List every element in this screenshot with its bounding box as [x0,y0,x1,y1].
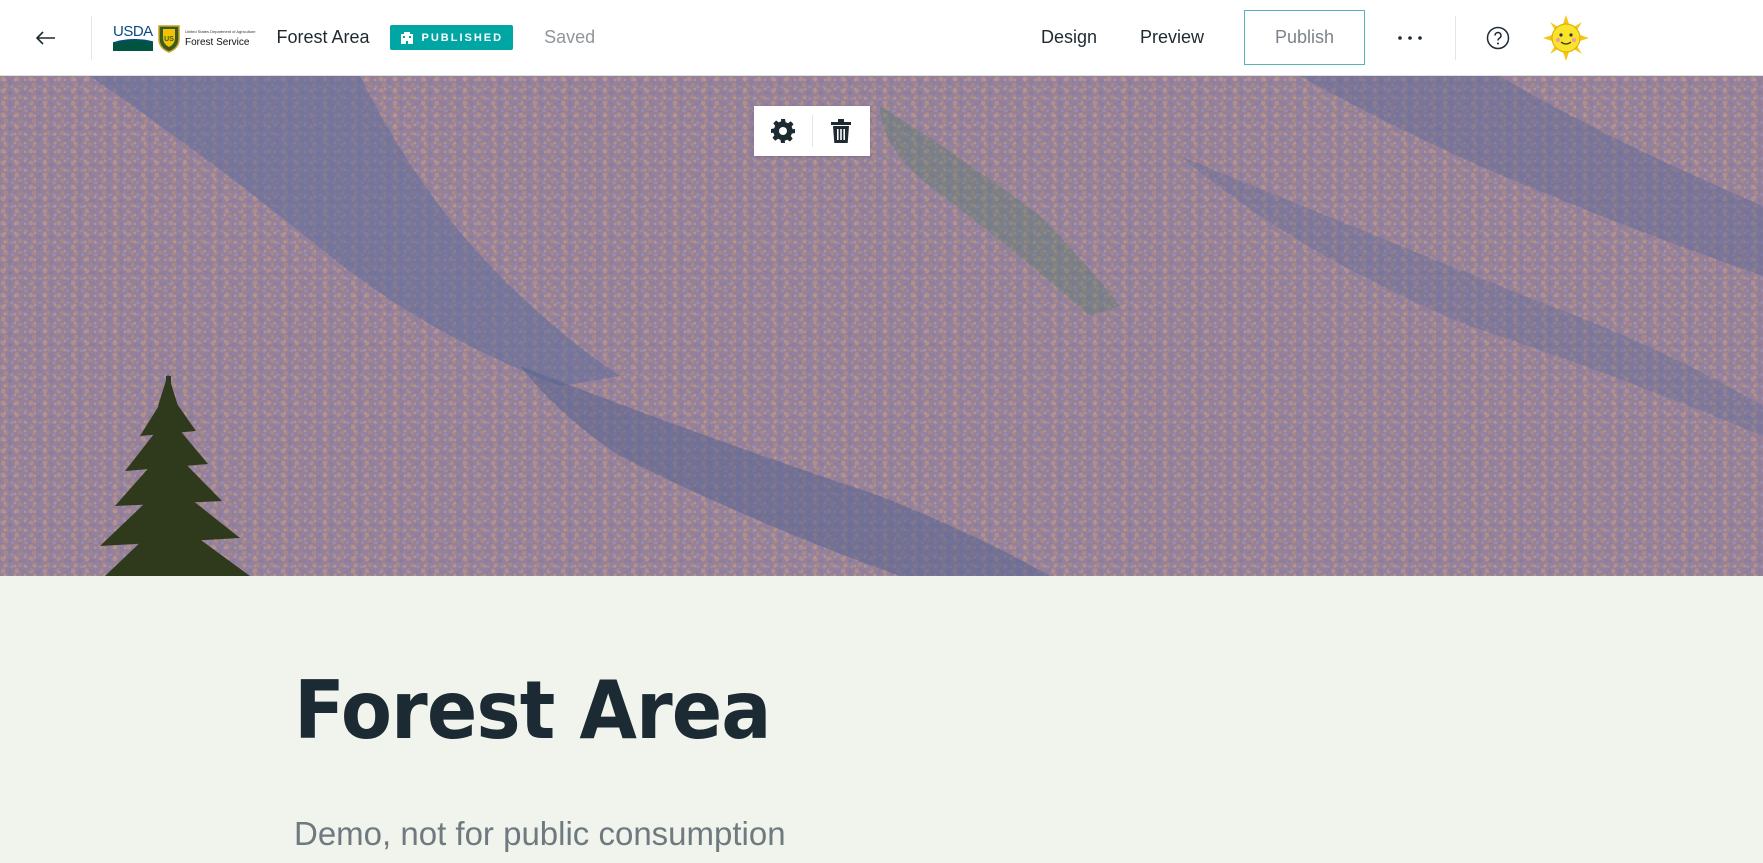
svg-text:US: US [164,36,174,43]
story-content: Forest Area Demo, not for public consump… [0,576,1763,863]
header-divider [1455,16,1456,60]
publish-button[interactable]: Publish [1244,10,1365,65]
page-title[interactable]: Forest Area [294,664,771,757]
forest-mountains-image [0,76,1763,576]
story-title: Forest Area [276,27,370,47]
block-settings-button[interactable] [754,106,812,156]
nav-design[interactable]: Design [1041,27,1097,48]
building-icon [400,31,413,44]
nav-preview[interactable]: Preview [1140,27,1204,48]
more-options-button[interactable] [1395,28,1425,48]
back-button[interactable] [0,15,92,60]
block-toolbar [754,106,870,156]
block-delete-button[interactable] [812,106,870,156]
organization-logo[interactable]: USDA US United States Department of Agri… [113,18,255,58]
usda-swoosh-icon [113,39,153,51]
avatar[interactable] [1542,14,1590,62]
top-header: USDA US United States Department of Agri… [0,0,1763,76]
arrow-left-icon [35,30,55,45]
page-subtitle[interactable]: Demo, not for public consumption [294,815,786,853]
help-button[interactable] [1486,26,1510,50]
usda-logo: USDA [113,24,153,51]
hero-image[interactable] [0,76,1763,576]
save-status: Saved [544,27,596,47]
ellipsis-icon [1398,36,1422,40]
question-circle-icon [1486,26,1510,50]
gear-icon [770,119,795,143]
sun-avatar-icon [1543,15,1589,61]
trash-icon [831,119,852,143]
status-badge: PUBLISHED [389,25,514,50]
forest-service-shield-icon: US [158,24,180,53]
